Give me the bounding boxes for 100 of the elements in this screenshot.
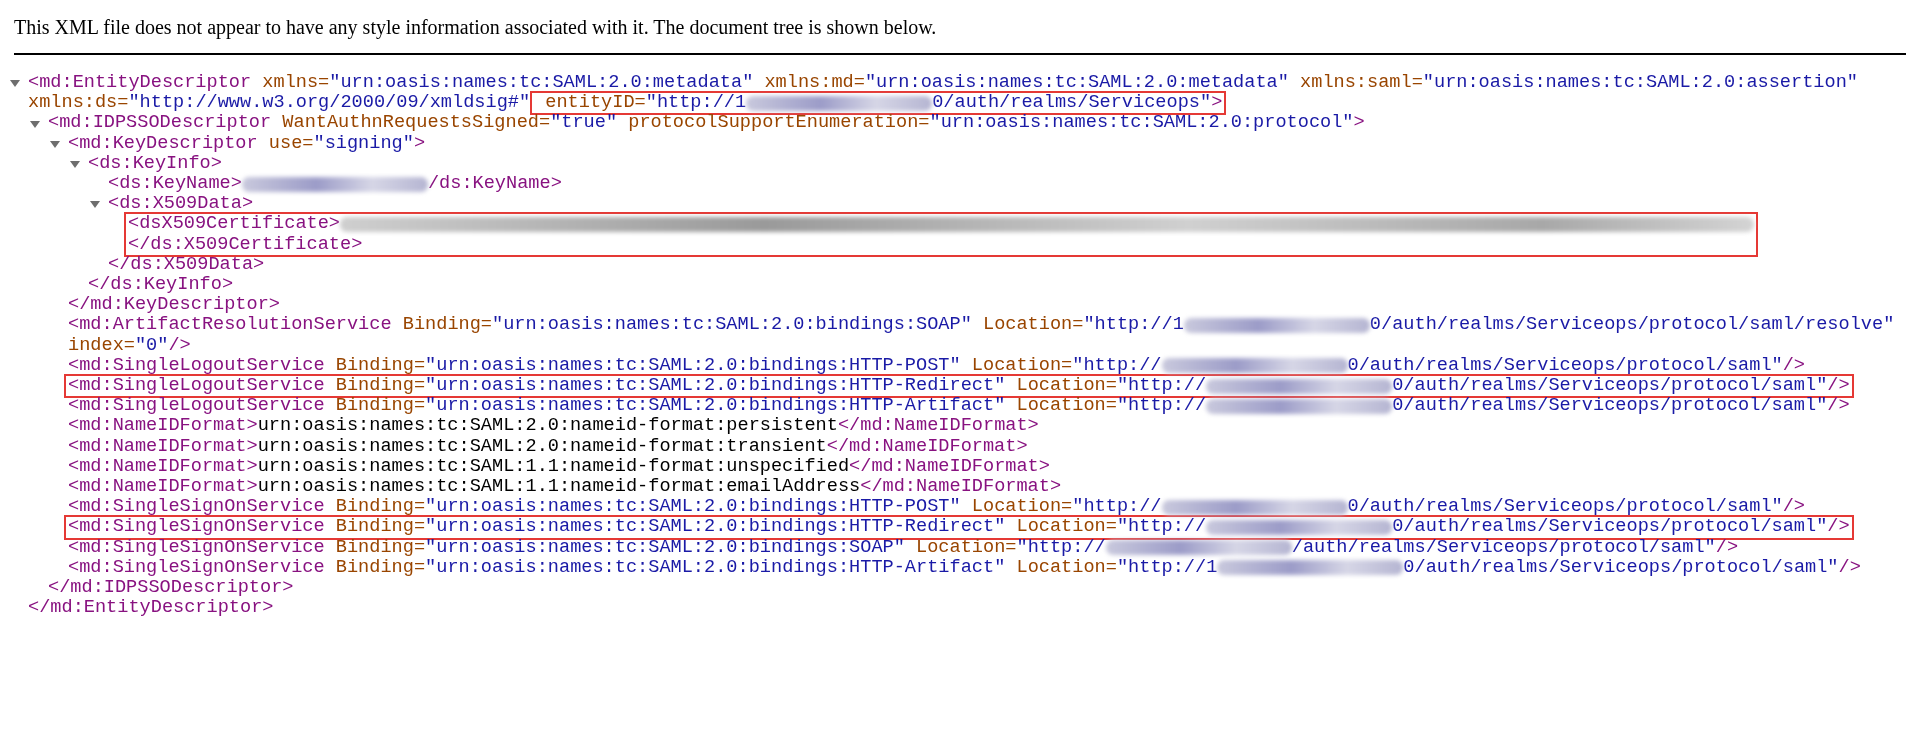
xml-tag: <ds:KeyInfo> xyxy=(88,153,222,174)
attribute-name: Location= xyxy=(1015,396,1117,417)
xml-tag: <md:NameIDFormat> xyxy=(68,456,258,478)
text-content: urn:oasis:names:tc:SAML:1.1:nameid-format:emailAddress xyxy=(257,477,861,498)
attribute-name: Binding= xyxy=(334,557,426,579)
xml-tag: <md:NameIDFormat> xyxy=(68,477,258,498)
xml-tag: /> xyxy=(1715,537,1739,558)
xml-tag: </md:NameIDFormat> xyxy=(860,477,1062,498)
expand-triangle-icon[interactable] xyxy=(30,118,40,129)
xml-tag: > xyxy=(413,133,426,154)
xml-tag: </md:NameIDFormat> xyxy=(826,436,1028,457)
xml-tag: </md:NameIDFormat> xyxy=(849,456,1050,478)
attribute-value: "urn:oasis:names:tc:SAML:2.0:bindings:HTTP-Artifact" xyxy=(425,396,1006,417)
xml-tag: <md:SingleLogoutService xyxy=(68,376,325,397)
attribute-name: Binding= xyxy=(334,396,426,417)
xml-tag: <md:NameIDFormat> xyxy=(68,416,258,437)
attribute-value: 0/auth/realms/Serviceops/protocol/saml" xyxy=(1392,396,1828,417)
xml-tag: </ds:X509Certificate> xyxy=(128,234,363,255)
xml-tag: <md:EntityDescriptor xyxy=(28,73,252,94)
xml-tag: > xyxy=(1353,113,1365,134)
xml-tag: <md:SingleLogoutService xyxy=(68,355,325,377)
attribute-name: Binding= xyxy=(334,355,426,377)
attribute-name: xmlns:md= xyxy=(763,73,865,94)
attribute-name: xmlns:saml= xyxy=(1299,73,1423,94)
xml-tag: <ds:KeyName> xyxy=(108,174,242,195)
xml-tag: <ds:X509Data> xyxy=(108,194,254,215)
xml-tag: /> xyxy=(168,335,191,356)
xml-tag: /> xyxy=(1827,396,1850,417)
attribute-value: 0/auth/realms/Serviceops" xyxy=(932,93,1212,114)
attribute-name: entityID= xyxy=(544,93,646,114)
xml-tag: X509Certificate> xyxy=(161,214,340,235)
attribute-name: Location= xyxy=(982,315,1084,336)
attribute-value: "urn:oasis:names:tc:SAML:2.0:metadata" xyxy=(864,73,1289,94)
attribute-name: xmlns= xyxy=(261,73,330,94)
xml-tag: > xyxy=(1211,93,1223,114)
notice-text: This XML file does not appear to have any style information associated with it. The document tree is shown below. xyxy=(14,15,938,40)
xml-tag: /> xyxy=(1827,376,1850,397)
attribute-name: Location= xyxy=(970,355,1073,377)
expand-triangle-icon[interactable] xyxy=(90,199,100,210)
attribute-value: "http://www.w3.org/2000/09/xmldsig#" xyxy=(128,93,531,114)
attribute-value: "urn:oasis:names:tc:SAML:2.0:bindings:HTTP-Artifact" xyxy=(425,557,1006,579)
xml-tag: </md:EntityDescriptor> xyxy=(28,598,274,619)
xml-tag: /> xyxy=(1827,517,1850,538)
attribute-name: xmlns:ds= xyxy=(28,93,129,114)
attribute-value: 0/auth/realms/Serviceops/protocol/saml/resolve" xyxy=(1369,315,1895,336)
attribute-name: Binding= xyxy=(401,315,493,336)
xml-tag: </ds:KeyInfo> xyxy=(88,275,234,296)
attribute-name: Binding= xyxy=(334,537,426,558)
attribute-value: "http:// xyxy=(1072,355,1162,377)
attribute-value: "true" xyxy=(550,113,618,134)
attribute-name: protocolSupportEnumeration= xyxy=(627,113,930,134)
expand-triangle-icon[interactable] xyxy=(10,78,20,89)
attribute-value: 0/auth/realms/Serviceops/protocol/saml" xyxy=(1392,376,1828,397)
xml-tag: </md:NameIDFormat> xyxy=(837,416,1039,437)
attribute-value: "urn:oasis:names:tc:SAML:2.0:bindings:HTTP-Redirect" xyxy=(425,517,1006,538)
xml-tag: <md:SingleSignOnService xyxy=(68,517,325,538)
attribute-name: use= xyxy=(267,133,314,154)
xml-tag: </ds:X509Data> xyxy=(108,254,265,276)
xml-tag: <md:SingleLogoutService xyxy=(68,396,325,417)
attribute-value: "http:// xyxy=(1016,537,1106,558)
attribute-name: Binding= xyxy=(334,517,426,538)
attribute-value: "urn:oasis:names:tc:SAML:2.0:metadata" xyxy=(329,73,754,94)
attribute-value: "http://1 xyxy=(1083,315,1184,336)
attribute-name: Location= xyxy=(1015,517,1117,538)
xml-tag: /ds:KeyName> xyxy=(427,174,562,195)
xml-tag: <md:SingleSignOnService xyxy=(68,497,325,518)
attribute-name: Location= xyxy=(970,497,1073,518)
expand-triangle-icon[interactable] xyxy=(70,158,80,169)
attribute-name: Location= xyxy=(915,537,1017,558)
attribute-value: 0/auth/realms/Serviceops/protocol/saml" xyxy=(1392,517,1828,538)
attribute-value: "http://1 xyxy=(1116,557,1218,579)
attribute-value: 0/auth/realms/Serviceops/protocol/saml" xyxy=(1347,355,1783,377)
attribute-value: "urn:oasis:names:tc:SAML:2.0:assertion" xyxy=(1422,73,1858,94)
attribute-value: "urn:oasis:names:tc:SAML:2.0:bindings:HTTP-POST" xyxy=(425,355,961,377)
xml-tag: <md:KeyDescriptor xyxy=(68,133,258,154)
xml-tag: <md:SingleSignOnService xyxy=(68,557,325,579)
attribute-name: Binding= xyxy=(334,497,426,518)
attribute-value: "http://1 xyxy=(645,93,747,114)
xml-tag: <md:ArtifactResolutionService xyxy=(68,315,392,336)
xml-tag: </md:KeyDescriptor> xyxy=(68,295,280,316)
attribute-value: "http:// xyxy=(1116,376,1207,397)
text-content: urn:oasis:names:tc:SAML:2.0:nameid-format:persistent xyxy=(257,416,838,437)
attribute-name: Location= xyxy=(1015,376,1117,397)
attribute-value: "http:// xyxy=(1116,517,1207,538)
text-content: urn:oasis:names:tc:SAML:2.0:nameid-format:transient xyxy=(257,436,827,457)
attribute-value: "urn:oasis:names:tc:SAML:2.0:bindings:SOAP" xyxy=(425,537,905,558)
xml-tag: /> xyxy=(1782,497,1806,518)
xml-tag: <md:NameIDFormat> xyxy=(68,436,258,457)
attribute-value: /auth/realms/Serviceops/protocol/saml" xyxy=(1291,537,1716,558)
xml-tag: /> xyxy=(1782,355,1806,377)
xml-tag: </md:IDPSSODescriptor> xyxy=(48,578,294,599)
attribute-name: Location= xyxy=(1015,557,1117,579)
xml-tag: <md:IDPSSODescriptor xyxy=(48,113,272,134)
attribute-value: "urn:oasis:names:tc:SAML:2.0:bindings:SOAP" xyxy=(492,315,972,336)
text-content: urn:oasis:names:tc:SAML:1.1:nameid-format:unspecified xyxy=(257,456,850,478)
attribute-value: "http:// xyxy=(1116,396,1207,417)
attribute-value: "urn:oasis:names:tc:SAML:2.0:bindings:HTTP-Redirect" xyxy=(425,376,1006,397)
attribute-value: "http:// xyxy=(1072,497,1162,518)
xml-tag: <ds xyxy=(128,214,162,235)
expand-triangle-icon[interactable] xyxy=(50,138,60,149)
